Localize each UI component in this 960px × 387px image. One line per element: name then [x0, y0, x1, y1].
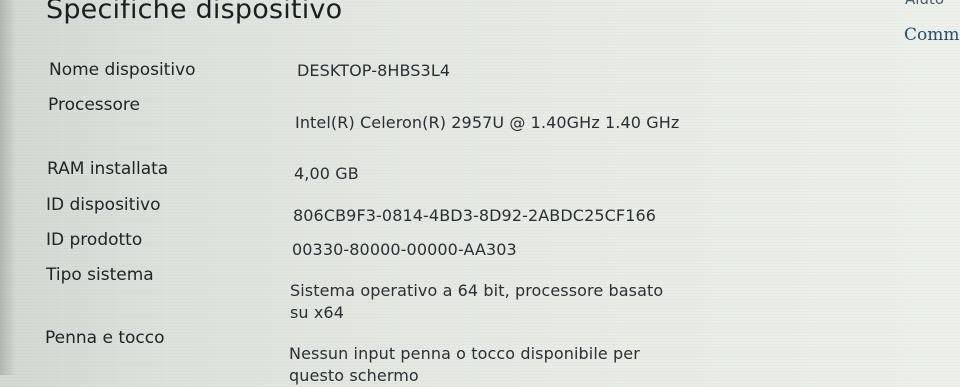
device-name-value[interactable]: DESKTOP-8HBS3L4 [297, 60, 687, 82]
device-id-label: ID dispositivo [46, 195, 161, 215]
device-id-value[interactable]: 806CB9F3-0814-4BD3-8D92-2ABDC25CF166 [293, 205, 713, 227]
system-type-label: Tipo sistema [46, 265, 154, 285]
processor-value[interactable]: Intel(R) Celeron(R) 2957U @ 1.40GHz 1.40… [295, 112, 685, 134]
device-specs-list: Nome dispositivo DESKTOP-8HBS3L4 Process… [0, 0, 960, 385]
ram-value[interactable]: 4,00 GB [294, 163, 684, 185]
device-name-label: Nome dispositivo [49, 60, 196, 80]
processor-label: Processore [48, 95, 140, 115]
ram-label: RAM installata [47, 159, 169, 179]
product-id-value[interactable]: 00330-80000-00000-AA303 [292, 239, 682, 261]
pen-touch-label: Penna e tocco [45, 328, 165, 348]
pen-touch-value[interactable]: Nessun input penna o tocco disponibile p… [289, 343, 689, 387]
system-type-value[interactable]: Sistema operativo a 64 bit, processore b… [290, 280, 680, 324]
product-id-label: ID prodotto [46, 230, 143, 250]
